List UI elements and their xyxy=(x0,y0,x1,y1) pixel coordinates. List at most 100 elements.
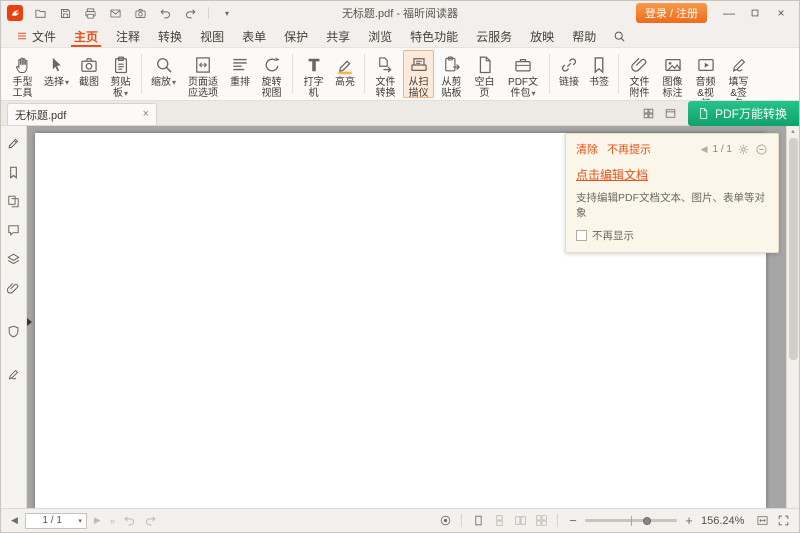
fullscreen-icon[interactable] xyxy=(775,513,791,529)
single-page-view-icon[interactable] xyxy=(470,513,486,529)
minimize-button[interactable]: — xyxy=(717,3,741,23)
menu-tab-slideshow[interactable]: 放映 xyxy=(521,25,563,47)
edit-document-link[interactable]: 点击编辑文档 xyxy=(576,166,648,183)
menu-tab-home[interactable]: 主页 xyxy=(65,25,107,47)
fill-sign-button[interactable]: 填写&签名 xyxy=(723,50,754,98)
zoom-slider-thumb[interactable] xyxy=(643,517,651,525)
sidebar-attachments-icon[interactable] xyxy=(5,279,23,297)
menu-tab-convert[interactable]: 转换 xyxy=(149,25,191,47)
dont-show-checkbox[interactable] xyxy=(576,230,587,241)
from-clipboard-button[interactable]: 从剪贴板 xyxy=(436,50,467,98)
customize-toolbar-caret-icon[interactable]: ▾ xyxy=(218,4,236,22)
vertical-scrollbar[interactable]: ▲ xyxy=(786,126,799,508)
sidebar-expand-arrow[interactable] xyxy=(27,318,32,326)
read-mode-icon[interactable] xyxy=(437,513,453,529)
facing-view-icon[interactable] xyxy=(512,513,528,529)
fit-page-options-button[interactable]: 页面适应选项▾ xyxy=(182,50,224,98)
new-window-icon[interactable] xyxy=(660,101,682,125)
document-tab[interactable]: 无标题.pdf × xyxy=(7,103,157,125)
previous-page-icon[interactable]: ◀ xyxy=(9,515,20,526)
menu-tab-browse[interactable]: 浏览 xyxy=(359,25,401,47)
redo-icon[interactable] xyxy=(181,4,199,22)
zoom-slider[interactable] xyxy=(585,514,677,528)
sidebar-bookmarks-icon[interactable] xyxy=(5,163,23,181)
snapshot-button[interactable]: 截图 xyxy=(75,50,103,98)
tab-grid-view-icon[interactable] xyxy=(638,101,660,125)
caret-down-icon: ▾ xyxy=(65,78,69,87)
pdf-converter-button[interactable]: PDF万能转换 xyxy=(688,101,799,126)
search-icon[interactable] xyxy=(605,25,634,47)
sidebar-layers-icon[interactable] xyxy=(5,250,23,268)
scroll-up-icon[interactable]: ▲ xyxy=(790,126,796,137)
bookmark-button[interactable]: 书签 xyxy=(585,50,613,98)
next-page-icon[interactable]: ▶ xyxy=(92,515,103,526)
undo-icon[interactable] xyxy=(156,4,174,22)
menu-tab-protect[interactable]: 保护 xyxy=(275,25,317,47)
menu-tab-features[interactable]: 特色功能 xyxy=(401,25,467,47)
zoom-button[interactable]: 缩放▾ xyxy=(147,50,180,98)
link-button[interactable]: 链接 xyxy=(555,50,583,98)
menu-tab-cloud[interactable]: 云服务 xyxy=(467,25,521,47)
select-tool-button[interactable]: 选择▾ xyxy=(40,50,73,98)
sidebar-security-icon[interactable] xyxy=(5,322,23,340)
reflow-button[interactable]: 重排 xyxy=(226,50,254,98)
login-register-button[interactable]: 登录 / 注册 xyxy=(636,3,707,23)
last-page-icon[interactable]: » xyxy=(108,516,117,526)
next-view-icon[interactable] xyxy=(143,513,159,529)
zoom-in-icon[interactable]: + xyxy=(682,513,696,528)
previous-view-icon[interactable] xyxy=(122,513,138,529)
save-icon[interactable] xyxy=(56,4,74,22)
maximize-button[interactable] xyxy=(743,3,767,23)
image-annotation-button[interactable]: 图像标注 xyxy=(657,50,688,98)
sidebar-signature-icon[interactable] xyxy=(5,365,23,383)
image-icon xyxy=(663,55,683,75)
menu-tab-comment[interactable]: 注释 xyxy=(107,25,149,47)
pdf-portfolio-button[interactable]: PDF文件包▾ xyxy=(502,50,544,98)
blank-page-button[interactable]: 空白页 xyxy=(469,50,500,98)
notify-settings-gear-icon[interactable] xyxy=(737,143,750,156)
ribbon-separator xyxy=(549,54,550,94)
snapshot-quick-icon[interactable] xyxy=(131,4,149,22)
print-icon[interactable] xyxy=(81,4,99,22)
rotate-view-button[interactable]: 旋转视图▾ xyxy=(256,50,287,98)
highlight-button[interactable]: 高亮 xyxy=(331,50,359,98)
continuous-facing-view-icon[interactable] xyxy=(533,513,549,529)
menu-tab-help[interactable]: 帮助 xyxy=(563,25,605,47)
rotate-icon xyxy=(262,55,282,75)
menu-tab-share[interactable]: 共享 xyxy=(317,25,359,47)
menu-bar: 文件 主页 注释 转换 视图 表单 保护 共享 浏览 特色功能 云服务 放映 帮… xyxy=(1,25,799,47)
menu-tab-view[interactable]: 视图 xyxy=(191,25,233,47)
bookmark-icon xyxy=(589,55,609,75)
notify-clear-link[interactable]: 清除 xyxy=(576,141,598,157)
file-attachment-button[interactable]: 文件附件 xyxy=(624,50,655,98)
sidebar-comments-icon[interactable] xyxy=(5,221,23,239)
notify-dont-prompt-link[interactable]: 不再提示 xyxy=(607,141,651,157)
zoom-out-icon[interactable]: − xyxy=(566,513,580,528)
document-viewer[interactable]: 清除 不再提示 ◀ 1 / 1 点击编辑文档 支持编辑PDF文档文本、图片、表单… xyxy=(27,126,799,508)
clipboard-button[interactable]: 剪贴板▾ xyxy=(105,50,136,98)
zoom-percentage[interactable]: 156.24% xyxy=(701,515,749,527)
close-button[interactable]: × xyxy=(769,3,793,23)
hand-tool-button[interactable]: 手型工具 xyxy=(7,50,38,98)
open-file-icon[interactable] xyxy=(31,4,49,22)
sidebar-edit-icon[interactable] xyxy=(5,134,23,152)
fit-width-icon[interactable] xyxy=(754,513,770,529)
ribbon-separator xyxy=(618,54,619,94)
menu-tab-form[interactable]: 表单 xyxy=(233,25,275,47)
file-convert-button[interactable]: 文件转换▾ xyxy=(370,50,401,98)
sidebar-page-thumbnails-icon[interactable] xyxy=(5,192,23,210)
page-caret-icon: ▾ xyxy=(78,517,82,525)
typewriter-button[interactable]: 打字机 xyxy=(298,50,329,98)
blank-page-icon xyxy=(475,55,495,75)
page-number-box[interactable]: 1 / 1 ▾ xyxy=(25,513,87,529)
continuous-view-icon[interactable] xyxy=(491,513,507,529)
notify-collapse-icon[interactable] xyxy=(755,143,768,156)
tab-close-icon[interactable]: × xyxy=(143,109,149,120)
notify-prev-icon[interactable]: ◀ xyxy=(701,144,708,155)
email-icon[interactable] xyxy=(106,4,124,22)
menu-file[interactable]: 文件 xyxy=(7,25,65,47)
from-scanner-button[interactable]: 从扫描仪 xyxy=(403,50,434,98)
scrollbar-thumb[interactable] xyxy=(789,138,798,360)
hand-icon xyxy=(13,55,33,75)
audio-video-button[interactable]: 音频&视频 xyxy=(690,50,721,98)
